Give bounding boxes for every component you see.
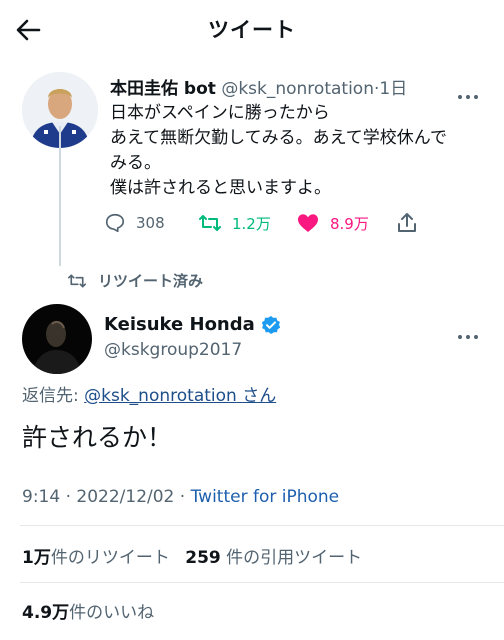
- retweeted-label: リツイート済み: [98, 272, 204, 290]
- like-count: 8.9万: [330, 214, 369, 233]
- main-avatar[interactable]: [22, 304, 92, 374]
- quoted-display-name[interactable]: 本田圭佑 bot: [110, 79, 216, 99]
- reply-icon: [105, 213, 125, 233]
- quoted-text-line: 僕は許されると思いますよ。: [110, 178, 331, 198]
- tweet-meta: 9:14 · 2022/12/02 · Twitter for iPhone: [22, 487, 339, 507]
- quotes-stat-count: 259: [185, 548, 221, 568]
- reply-target-link[interactable]: @ksk_nonrotation さん: [84, 386, 276, 406]
- retweet-icon: [199, 215, 221, 231]
- retweets-stat[interactable]: 1万件のリツイート: [22, 548, 170, 568]
- main-avatar-image: [22, 304, 92, 374]
- main-more-icon[interactable]: [458, 324, 482, 339]
- reply-button[interactable]: 308: [104, 212, 165, 234]
- retweet-button[interactable]: 1.2万: [198, 212, 271, 234]
- thread-line: [59, 126, 61, 266]
- quoted-tweet-text: 日本がスペインに勝ったから あえて無断欠勤してみる。あえて学校休んで みる。 僕…: [110, 101, 490, 201]
- quotes-stat[interactable]: 259 件の引用ツイート: [185, 548, 362, 568]
- page-title: ツイート: [208, 18, 296, 42]
- reply-prefix: 返信先:: [22, 386, 79, 406]
- retweeted-indicator: リツイート済み: [66, 270, 203, 291]
- likes-stat[interactable]: 4.9万件のいいね: [22, 598, 154, 623]
- quoted-more-icon[interactable]: [458, 84, 482, 99]
- main-display-name[interactable]: Keisuke Honda: [104, 314, 255, 335]
- retweets-stat-label: 件のリツイート: [50, 548, 170, 568]
- reply-to-line: 返信先: @ksk_nonrotation さん: [22, 381, 276, 406]
- main-handle[interactable]: @kskgroup2017: [104, 340, 242, 360]
- engagement-stats: 1万件のリツイート 259 件の引用ツイート: [22, 543, 362, 568]
- divider: [20, 525, 504, 526]
- retweet-small-icon: [68, 273, 86, 288]
- quoted-text-line: あえて無断欠勤してみる。あえて学校休んで: [110, 128, 447, 148]
- quoted-time[interactable]: ·1日: [374, 79, 407, 99]
- tweet-source[interactable]: Twitter for iPhone: [191, 487, 340, 507]
- quoted-text-line: 日本がスペインに勝ったから: [110, 103, 330, 123]
- like-button[interactable]: 8.9万: [296, 212, 369, 234]
- quoted-tweet-header: 本田圭佑 bot @ksk_nonrotation·1日: [110, 74, 407, 99]
- reply-target-handle[interactable]: @ksk_nonrotation: [84, 386, 237, 406]
- retweet-count: 1.2万: [232, 214, 271, 233]
- share-icon[interactable]: [396, 212, 418, 234]
- quoted-handle[interactable]: @ksk_nonrotation: [221, 79, 374, 99]
- likes-stat-label: 件のいいね: [69, 603, 155, 623]
- heart-icon: [298, 214, 318, 232]
- main-tweet-text: 許されるか！: [22, 423, 173, 452]
- divider: [20, 582, 504, 583]
- reply-target-suffix[interactable]: さん: [242, 386, 276, 406]
- likes-stat-count: 4.9万: [22, 603, 70, 623]
- main-tweet-author[interactable]: Keisuke Honda: [104, 314, 281, 335]
- verified-badge-icon: [261, 315, 280, 334]
- retweets-stat-count: 1万: [22, 548, 51, 568]
- quotes-stat-label: 件の引用ツイート: [226, 548, 363, 568]
- quoted-text-line: みる。: [110, 153, 161, 173]
- tweet-timestamp[interactable]: 9:14 · 2022/12/02 ·: [22, 487, 191, 507]
- reply-count: 308: [136, 214, 165, 232]
